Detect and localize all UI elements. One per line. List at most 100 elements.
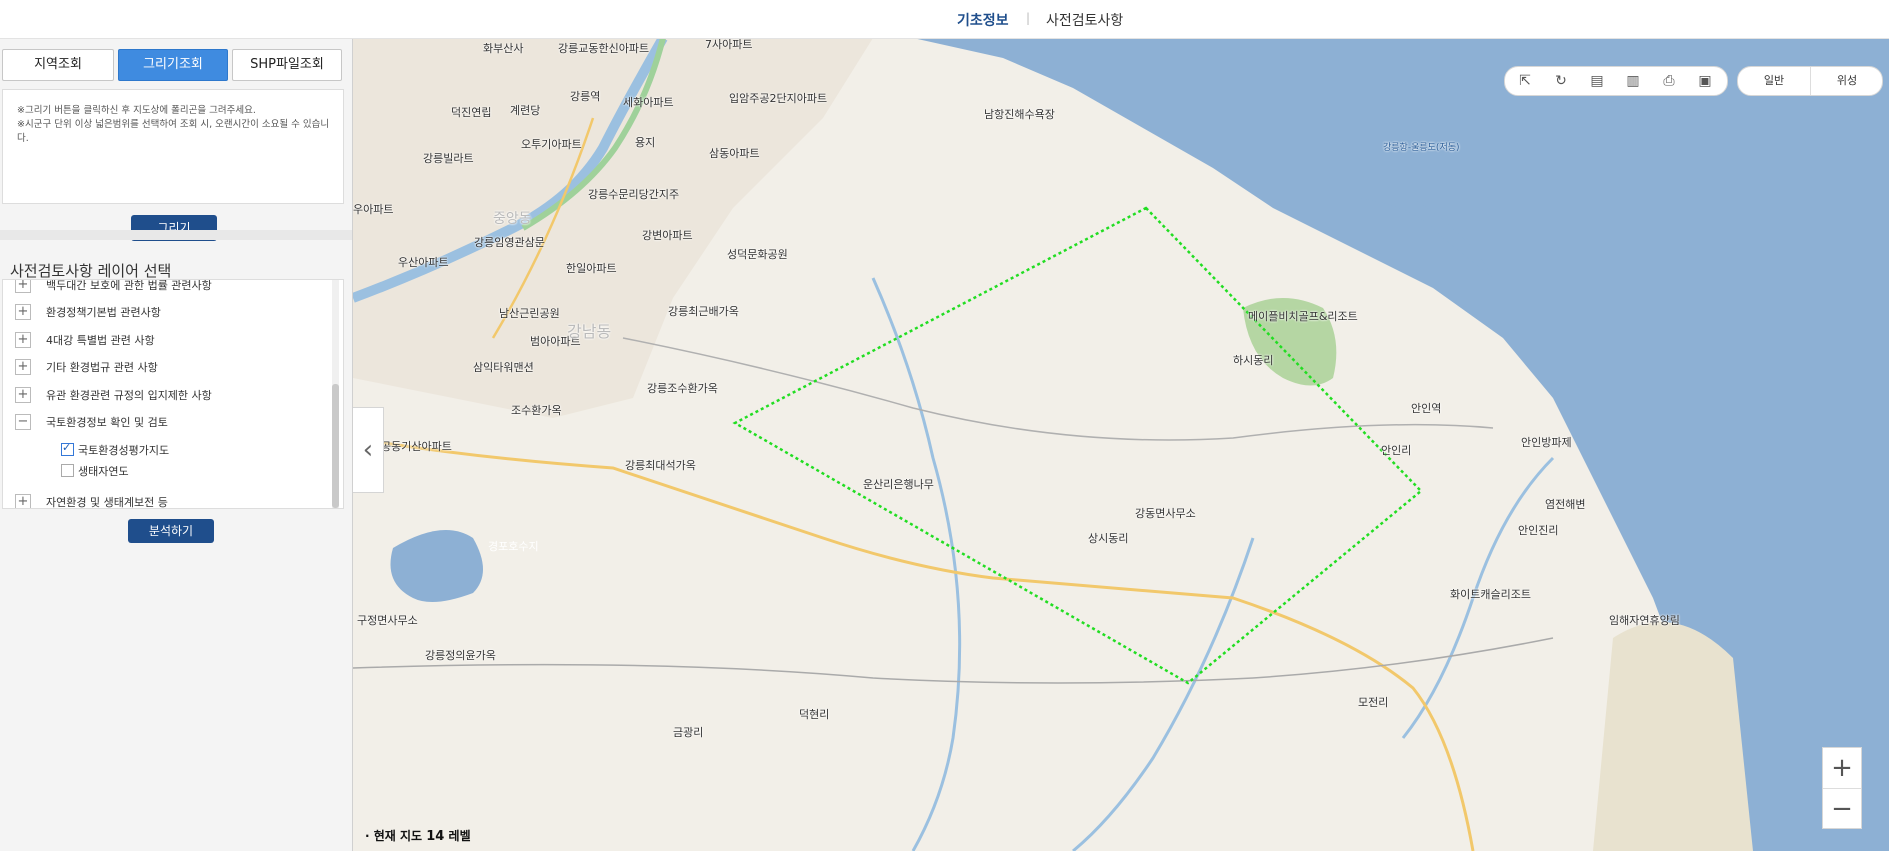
analyze-button[interactable]: 분석하기 bbox=[128, 519, 214, 543]
expand-icon[interactable]: + bbox=[15, 387, 31, 403]
map-label: 7사아파트 bbox=[705, 38, 753, 51]
tab-pre-review[interactable]: 사전검토사항 bbox=[1046, 10, 1123, 30]
scrollbar[interactable] bbox=[332, 280, 339, 508]
map-label: 하시동리 bbox=[1233, 354, 1274, 367]
expand-icon[interactable]: + bbox=[15, 304, 31, 320]
expand-icon[interactable]: + bbox=[15, 494, 31, 508]
ruler-icon[interactable]: ▤ bbox=[1587, 72, 1607, 90]
refresh-icon[interactable]: ↻ bbox=[1551, 72, 1571, 90]
map-label: 경포호수지 bbox=[488, 540, 539, 553]
map-label: 강릉최근배가옥 bbox=[668, 305, 739, 318]
map-label: 염전해변 bbox=[1545, 498, 1586, 511]
map-label: 강남동 bbox=[567, 322, 612, 341]
map-label: 메이플비치골프&리조트 bbox=[1248, 310, 1358, 323]
layer-list[interactable]: + 백두대간 보호에 관한 법률 관련사항 + 환경정책기본법 관련사항 + 4… bbox=[2, 279, 344, 509]
export-icon[interactable]: ⇱ bbox=[1515, 72, 1535, 90]
tab-basic-info[interactable]: 기초정보 bbox=[957, 10, 1009, 30]
map-label: 모전리 bbox=[1358, 696, 1389, 709]
area-icon[interactable]: ▥ bbox=[1623, 72, 1643, 90]
map-label: 용지 bbox=[635, 136, 656, 149]
map-label: 입암주공2단지아파트 bbox=[729, 92, 828, 105]
map-base bbox=[353, 38, 1889, 851]
layer-item[interactable]: + 자연환경 및 생태계보전 등 bbox=[3, 491, 323, 509]
draw-note-line2: ※시군구 단위 이상 넓은범위를 선택하여 조회 시, 오랜시간이 소요될 수 … bbox=[17, 119, 330, 144]
chevron-left-icon: ‹ bbox=[362, 435, 374, 465]
zoom-in-button[interactable]: + bbox=[1823, 748, 1861, 788]
map-label: 강변아파트 bbox=[642, 229, 693, 242]
layer-label: 4대강 특별법 관련 사항 bbox=[46, 334, 155, 347]
map-label: 구정면사무소 bbox=[357, 614, 418, 627]
map-label: 강릉역 bbox=[570, 90, 601, 103]
mode-satellite[interactable]: 위성 bbox=[1810, 67, 1883, 95]
print-icon[interactable]: ⎙ bbox=[1659, 72, 1679, 90]
map-label: 조수환가옥 bbox=[511, 404, 562, 417]
map-label: 덕현리 bbox=[799, 708, 830, 721]
map-label: 안인리 bbox=[1381, 444, 1412, 457]
map-label: 우아파트 bbox=[353, 203, 394, 216]
nav-separator: | bbox=[1026, 11, 1031, 25]
level-value: 14 bbox=[426, 829, 445, 844]
map-label: 성덕문화공원 bbox=[727, 248, 788, 261]
tab-region-query[interactable]: 지역조회 bbox=[2, 49, 114, 81]
layer-item[interactable]: + 유관 환경관련 규정의 입지제한 사항 bbox=[3, 384, 323, 406]
map-toolbar: ⇱ ↻ ▤ ▥ ⎙ ▣ bbox=[1504, 66, 1728, 96]
layer-item[interactable]: + 백두대간 보호에 관한 법률 관련사항 bbox=[3, 279, 323, 296]
map-level: · 현재 지도 14 레벨 bbox=[365, 827, 471, 844]
zoom-control: + − bbox=[1822, 747, 1862, 829]
map-label: 강릉최대석가옥 bbox=[625, 459, 696, 472]
map-label: 남산근린공원 bbox=[499, 307, 560, 320]
map-label: 운산리은행나무 bbox=[863, 478, 934, 491]
map-label: 강릉조수환가옥 bbox=[647, 382, 718, 395]
scroll-thumb[interactable] bbox=[332, 384, 339, 508]
map-label: 임해자연휴양림 bbox=[1609, 614, 1680, 627]
draw-box: ※그리기 버튼을 클릭하신 후 지도상에 폴리곤을 그려주세요. ※시군구 단위… bbox=[2, 89, 344, 241]
map-label: 한일아파트 bbox=[566, 262, 617, 275]
sublayer-item[interactable]: 생태자연도 bbox=[3, 460, 323, 482]
layer-label: 기타 환경법규 관련 사항 bbox=[46, 361, 158, 374]
level-label: · 현재 지도 bbox=[365, 829, 423, 843]
map-label: 삼익타워맨션 bbox=[473, 361, 534, 374]
checkbox[interactable] bbox=[61, 464, 74, 477]
sublayer-label: 생태자연도 bbox=[78, 465, 129, 478]
map-label: 오투기아파트 bbox=[521, 138, 582, 151]
layer-label: 백두대간 보호에 관한 법률 관련사항 bbox=[46, 279, 212, 292]
layer-item[interactable]: + 4대강 특별법 관련 사항 bbox=[3, 329, 323, 351]
panel-collapse-tab[interactable]: ‹ bbox=[353, 407, 384, 493]
collapse-icon[interactable]: − bbox=[15, 414, 31, 430]
left-panel: 지역조회 그리기조회 SHP파일조회 ※그리기 버튼을 클릭하신 후 지도상에 … bbox=[0, 38, 353, 851]
layer-label: 국토환경정보 확인 및 검토 bbox=[46, 416, 168, 429]
map-label: 강릉정의윤가옥 bbox=[425, 649, 496, 662]
expand-icon[interactable]: + bbox=[15, 280, 31, 293]
map-label: 덕진연립 bbox=[451, 106, 492, 119]
map-label: 화이트캐슬리조트 bbox=[1450, 588, 1531, 601]
top-nav: 기초정보 | 사전검토사항 bbox=[0, 0, 1889, 39]
expand-icon[interactable]: + bbox=[15, 359, 31, 375]
sublayer-item[interactable]: 국토환경성평가지도 bbox=[3, 439, 323, 461]
layer-item[interactable]: + 환경정책기본법 관련사항 bbox=[3, 301, 323, 323]
map-label: 강동면사무소 bbox=[1135, 507, 1196, 520]
mode-normal[interactable]: 일반 bbox=[1738, 67, 1810, 95]
map-label: 강릉임영관삼문 bbox=[474, 236, 545, 249]
map-label: 강릉수문리당간지주 bbox=[588, 188, 680, 201]
map-label: 강릉교동한신아파트 bbox=[558, 42, 650, 55]
map-label: 우산아파트 bbox=[398, 256, 449, 269]
screen-icon[interactable]: ▣ bbox=[1695, 72, 1715, 90]
map-label: 금광리 bbox=[673, 726, 704, 739]
map-label: 중앙동 bbox=[493, 211, 532, 227]
map-label: 강릉항-울릉도(저동) bbox=[1383, 143, 1460, 153]
checkbox-checked[interactable] bbox=[61, 441, 74, 456]
expand-icon[interactable]: + bbox=[15, 332, 31, 348]
layer-label: 자연환경 및 생태계보전 등 bbox=[46, 496, 168, 509]
map-label: 화부산사 bbox=[483, 42, 524, 55]
layer-label: 유관 환경관련 규정의 입지제한 사항 bbox=[46, 389, 212, 402]
layer-item[interactable]: + 기타 환경법규 관련 사항 bbox=[3, 356, 323, 378]
map-canvas[interactable]: 화부산사 강릉교동한신아파트 7사아파트 강릉역 세화아파트 입암주공2단지아파… bbox=[353, 38, 1889, 851]
layer-section-title: 사전검토사항 레이어 선택 bbox=[10, 262, 172, 280]
query-tabs: 지역조회 그리기조회 SHP파일조회 bbox=[2, 49, 342, 81]
tab-draw-query[interactable]: 그리기조회 bbox=[118, 49, 228, 81]
layer-item[interactable]: − 국토환경정보 확인 및 검토 bbox=[3, 411, 323, 433]
map-label: 안인방파제 bbox=[1521, 436, 1572, 449]
draw-note-line1: ※그리기 버튼을 클릭하신 후 지도상에 폴리곤을 그려주세요. bbox=[17, 105, 256, 116]
tab-shp-query[interactable]: SHP파일조회 bbox=[232, 49, 342, 81]
zoom-out-button[interactable]: − bbox=[1823, 788, 1861, 829]
